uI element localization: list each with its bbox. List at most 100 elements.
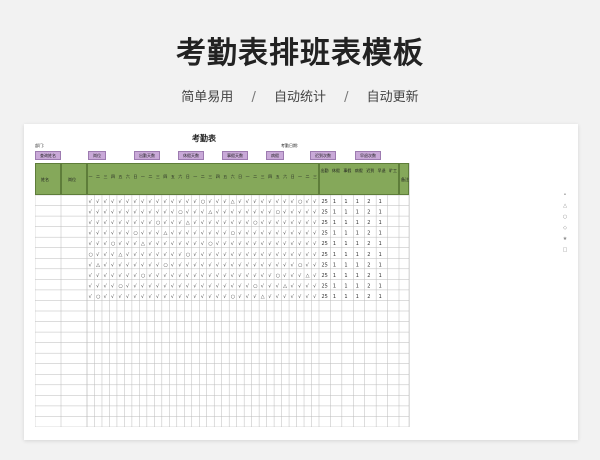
- day-header: 五: [170, 174, 175, 179]
- attendance-mark: √: [306, 241, 310, 247]
- attendance-mark: √: [306, 199, 310, 205]
- day-header: 日: [290, 174, 295, 179]
- attendance-mark: √: [313, 283, 317, 289]
- attendance-mark: ○: [96, 294, 100, 300]
- stat-value: 25: [322, 210, 328, 216]
- day-header: 四: [110, 174, 115, 179]
- attendance-mark: √: [261, 220, 265, 226]
- stat-value: 1: [379, 231, 382, 237]
- stat-value: 1: [333, 294, 336, 300]
- attendance-mark: √: [119, 220, 123, 226]
- attendance-mark: √: [223, 262, 227, 268]
- day-header: 四: [163, 174, 168, 179]
- attendance-mark: √: [291, 283, 295, 289]
- circle-icon[interactable]: ○: [561, 212, 569, 223]
- attendance-mark: √: [306, 220, 310, 226]
- attendance-mark: √: [208, 294, 212, 300]
- attendance-mark: √: [261, 262, 265, 268]
- attendance-mark: √: [223, 210, 227, 216]
- attendance-mark: √: [306, 231, 310, 237]
- attendance-mark: √: [104, 220, 108, 226]
- attendance-mark: √: [246, 220, 250, 226]
- attendance-mark: √: [111, 273, 115, 279]
- attendance-mark: √: [268, 231, 272, 237]
- attendance-mark: √: [186, 262, 190, 268]
- attendance-mark: √: [238, 262, 242, 268]
- attendance-mark: √: [134, 262, 138, 268]
- diamond-icon[interactable]: ◇: [561, 223, 569, 234]
- attendance-mark: √: [238, 294, 242, 300]
- day-header: 一: [193, 174, 198, 179]
- attendance-mark: √: [201, 273, 205, 279]
- attendance-mark: √: [96, 210, 100, 216]
- attendance-mark: √: [238, 252, 242, 258]
- attendance-mark: √: [178, 252, 182, 258]
- square-icon[interactable]: □: [561, 245, 569, 256]
- attendance-mark: √: [306, 262, 310, 268]
- attendance-mark: √: [208, 283, 212, 289]
- attendance-mark: √: [268, 294, 272, 300]
- attendance-mark: √: [246, 273, 250, 279]
- day-header: 二: [148, 174, 153, 179]
- attendance-mark: √: [306, 283, 310, 289]
- triangle-icon[interactable]: △: [561, 201, 569, 212]
- attendance-mark: √: [104, 199, 108, 205]
- attendance-mark: √: [283, 262, 287, 268]
- attendance-mark: √: [193, 241, 197, 247]
- stat-header: 旷工: [389, 168, 398, 173]
- attendance-mark: √: [216, 220, 220, 226]
- attendance-mark: √: [126, 262, 130, 268]
- attendance-mark: ○: [156, 220, 160, 226]
- attendance-mark: √: [89, 210, 93, 216]
- attendance-mark: √: [313, 262, 317, 268]
- attendance-mark: √: [216, 283, 220, 289]
- attendance-mark: √: [148, 231, 152, 237]
- star-icon[interactable]: ★: [561, 234, 569, 245]
- attendance-mark: √: [186, 241, 190, 247]
- attendance-mark: √: [148, 294, 152, 300]
- attendance-mark: √: [171, 252, 175, 258]
- attendance-mark: √: [119, 262, 123, 268]
- attendance-mark: √: [283, 273, 287, 279]
- stat-value: 2: [367, 220, 370, 226]
- attendance-mark: √: [134, 294, 138, 300]
- stat-value: 25: [322, 294, 328, 300]
- attendance-mark: √: [134, 210, 138, 216]
- attendance-mark: √: [134, 252, 138, 258]
- attendance-mark: √: [298, 283, 302, 289]
- attendance-mark: √: [261, 273, 265, 279]
- attendance-mark: √: [171, 273, 175, 279]
- stat-value: 1: [356, 273, 359, 279]
- stat-value: 25: [322, 241, 328, 247]
- attendance-mark: √: [246, 241, 250, 247]
- side-toolbar: • △ ○ ◇ ★ □: [561, 190, 569, 256]
- dot-icon[interactable]: •: [561, 190, 569, 201]
- attendance-mark: √: [186, 210, 190, 216]
- attendance-mark: √: [89, 283, 93, 289]
- day-header: 五: [223, 174, 228, 179]
- attendance-mark: √: [89, 273, 93, 279]
- attendance-mark: √: [148, 273, 152, 279]
- day-header: 三: [313, 174, 318, 179]
- dept-label: 部门:: [35, 143, 45, 148]
- attendance-mark: √: [134, 220, 138, 226]
- attendance-mark: √: [208, 220, 212, 226]
- attendance-mark: √: [104, 273, 108, 279]
- attendance-mark: √: [306, 210, 310, 216]
- attendance-mark: √: [119, 199, 123, 205]
- stat-value: 1: [333, 220, 336, 226]
- attendance-mark: √: [231, 210, 235, 216]
- stat-value: 1: [379, 252, 382, 258]
- attendance-mark: ○: [253, 283, 257, 289]
- attendance-mark: √: [216, 241, 220, 247]
- attendance-mark: ○: [186, 252, 190, 258]
- attendance-mark: √: [268, 283, 272, 289]
- attendance-mark: √: [201, 283, 205, 289]
- attendance-mark: √: [261, 252, 265, 258]
- stat-value: 1: [333, 231, 336, 237]
- template-preview-card[interactable]: 考勤表 部门: 考勤日期: 查询姓名 岗位 出勤天数 休假天数 事假天数 病假 迟到次数 早退…: [24, 124, 578, 440]
- stat-value: 1: [356, 283, 359, 289]
- day-header: 六: [283, 174, 288, 179]
- stat-value: 2: [367, 231, 370, 237]
- sheet-title: 考勤表: [192, 134, 216, 143]
